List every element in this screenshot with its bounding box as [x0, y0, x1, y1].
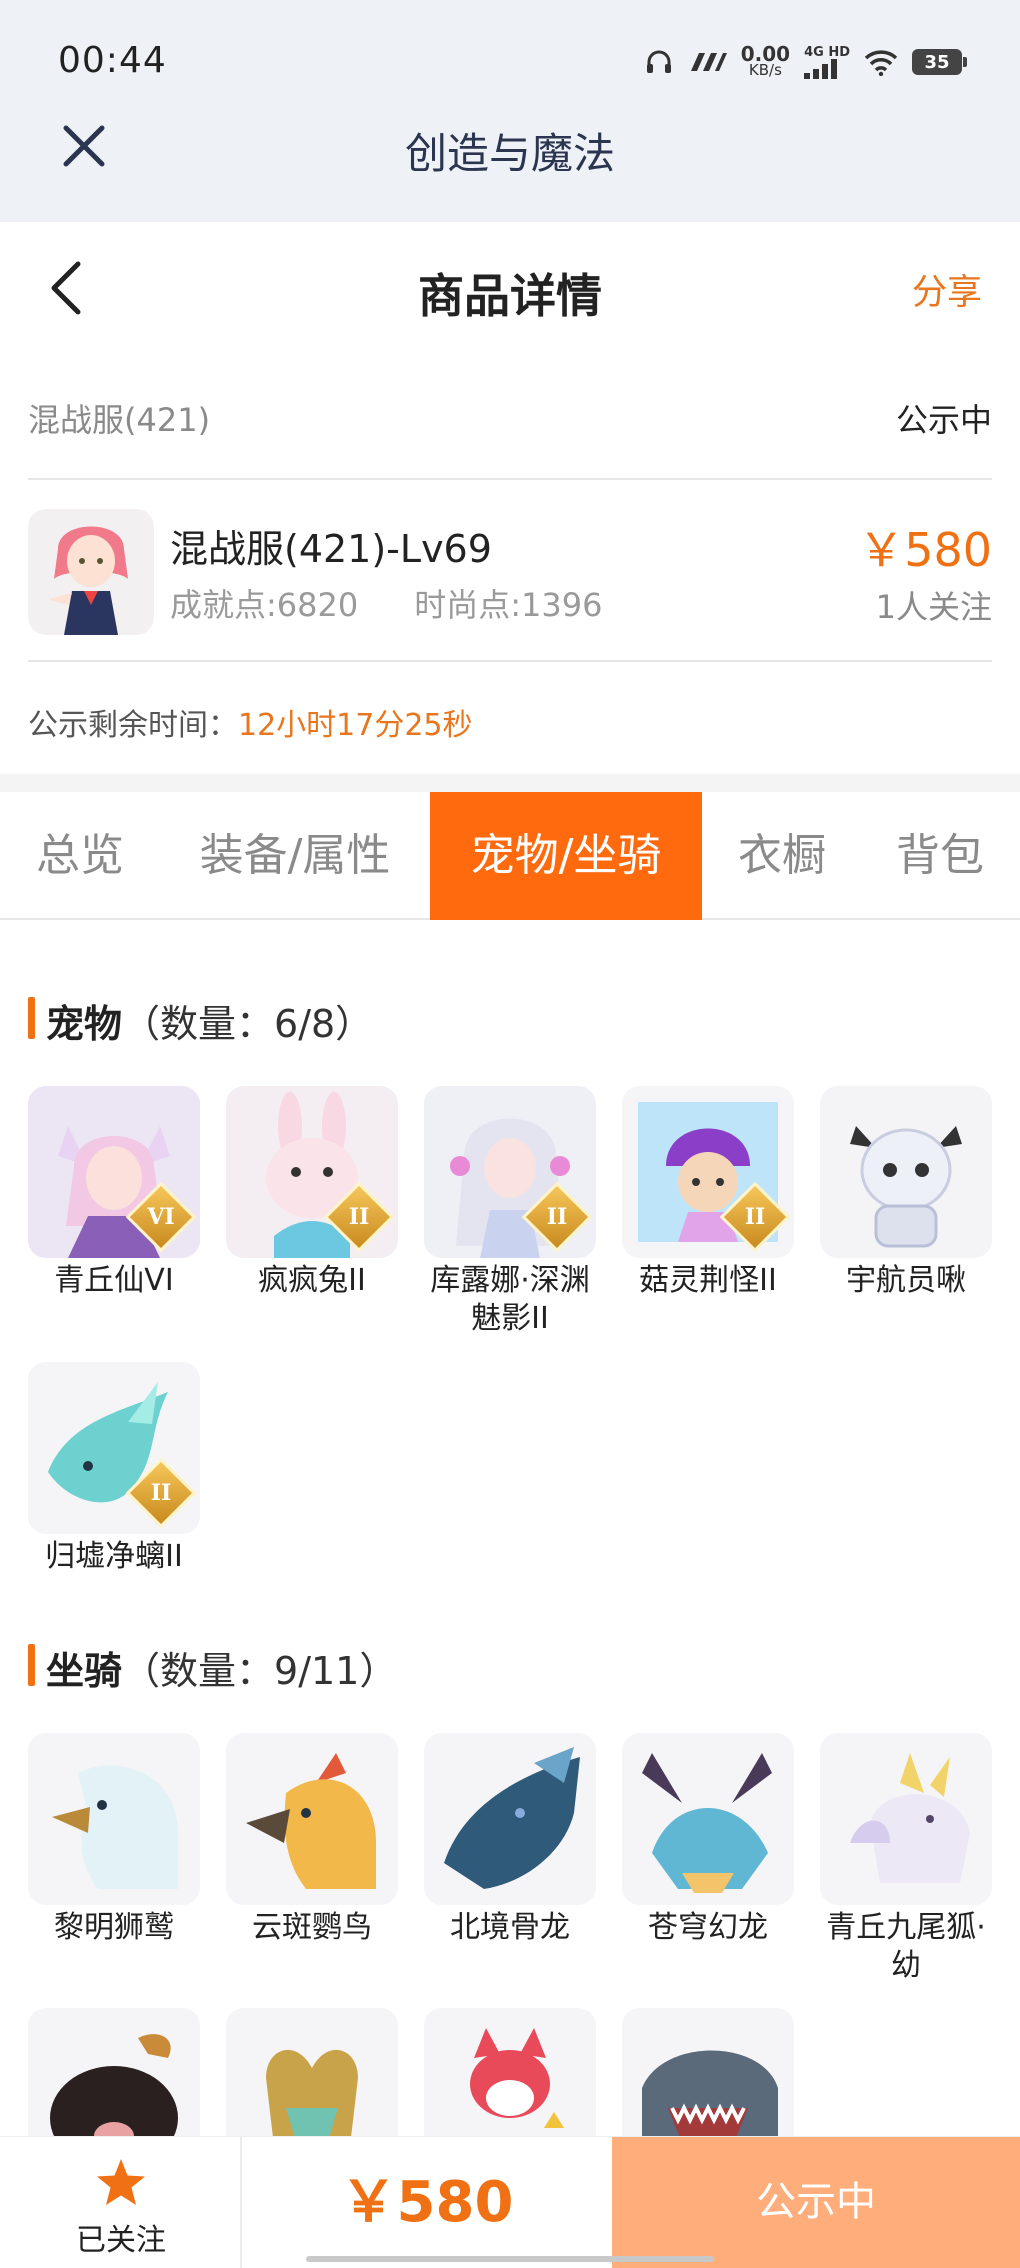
- item-summary[interactable]: 混战服(421)-Lv69 成就点:6820 时尚点:1396 ￥580 1人关…: [28, 482, 992, 662]
- server-name: 混战服(421): [28, 401, 211, 439]
- item-price: ￥580: [858, 523, 992, 577]
- astronaut-pet-icon: [820, 1086, 992, 1258]
- mounts-count: （数量：9/11）: [122, 1649, 398, 1693]
- pet-item[interactable]: II 归墟净螭II: [28, 1362, 200, 1576]
- network-mode-icon: [690, 53, 727, 71]
- tab-wardrobe[interactable]: 衣橱: [712, 792, 852, 920]
- mount-item[interactable]: 北境骨龙: [424, 1733, 596, 1947]
- achievement-points: 成就点:6820: [170, 586, 359, 624]
- water-dragon-pet-icon: II: [28, 1362, 200, 1534]
- pet-item[interactable]: 宇航员啾: [820, 1086, 992, 1300]
- pet-item[interactable]: VI 青丘仙VI: [28, 1086, 200, 1300]
- kuluna-pet-icon: II: [424, 1086, 596, 1258]
- pet-name: 库露娜·深渊魅影II: [430, 1263, 590, 1336]
- headphones-icon: [646, 50, 671, 73]
- pets-heading: 宠物（数量：6/8）: [28, 993, 373, 1048]
- character-avatar: [28, 509, 154, 635]
- sky-dragon-mount-icon: [622, 1733, 794, 1905]
- bottom-price: ￥580: [340, 2170, 514, 2235]
- bone-dragon-mount-icon: [424, 1733, 596, 1905]
- pet-name: 青丘仙VI: [54, 1263, 174, 1298]
- page-title: 商品详情: [418, 269, 602, 323]
- status-time: 00:44: [58, 40, 167, 81]
- tab-bar: 总览 装备/属性 宠物/坐骑 衣橱 背包: [0, 792, 1020, 920]
- pet-name: 宇航员啾: [846, 1263, 966, 1298]
- pet-name: 疯疯兔II: [258, 1263, 366, 1298]
- app-title: 创造与魔法: [404, 129, 615, 178]
- mount-name: 云斑鹦鸟: [252, 1910, 372, 1945]
- pet-item[interactable]: II 疯疯兔II: [226, 1086, 398, 1300]
- follow-button[interactable]: 已关注: [0, 2137, 242, 2268]
- mount-item[interactable]: 青丘九尾狐·幼: [820, 1733, 992, 1985]
- wifi-icon: [864, 50, 898, 76]
- tab-pets-mounts[interactable]: 宠物/坐骑: [430, 792, 702, 920]
- battery-icon: 35: [912, 49, 967, 75]
- mount-item[interactable]: 黎明狮鹫: [28, 1733, 200, 1947]
- tab-equipment[interactable]: 装备/属性: [170, 792, 420, 920]
- remaining-time: 公示剩余时间：12小时17分25秒: [28, 708, 473, 743]
- fashion-points: 时尚点:1396: [414, 586, 603, 624]
- tab-backpack[interactable]: 背包: [870, 792, 1010, 920]
- star-icon: [97, 2159, 145, 2205]
- griffin-mount-icon: [28, 1733, 200, 1905]
- status-icons: 0.00 KB/s 4G HD 35: [645, 40, 967, 84]
- server-row: 混战服(421) 公示中: [28, 370, 992, 480]
- home-indicator[interactable]: [306, 2256, 714, 2262]
- mount-name: 黎明狮鹫: [54, 1910, 174, 1945]
- parrot-mount-icon: [226, 1733, 398, 1905]
- nine-tail-fox-mount-icon: [820, 1733, 992, 1905]
- page-nav: 商品详情 分享: [0, 222, 1020, 352]
- net-speed: 0.00 KB/s: [740, 42, 791, 79]
- mount-name: 苍穹幻龙: [648, 1910, 768, 1945]
- item-title: 混战服(421)-Lv69: [170, 527, 492, 571]
- mushroom-sprite-pet-icon: II: [622, 1086, 794, 1258]
- mount-name: 青丘九尾狐·幼: [826, 1910, 986, 1983]
- mount-item[interactable]: 云斑鹦鸟: [226, 1733, 398, 1947]
- status-button[interactable]: 公示中: [612, 2137, 1020, 2268]
- pet-name: 归墟净螭II: [45, 1539, 183, 1574]
- server-status: 公示中: [895, 401, 992, 439]
- follow-label: 已关注: [76, 2223, 166, 2258]
- pet-name: 菇灵荆怪II: [639, 1263, 777, 1298]
- fox-girl-pet-icon: VI: [28, 1086, 200, 1258]
- mount-name: 北境骨龙: [450, 1910, 570, 1945]
- pets-count: （数量：6/8）: [122, 1002, 374, 1046]
- share-button[interactable]: 分享: [912, 264, 982, 315]
- pet-item[interactable]: II 库露娜·深渊魅影II: [424, 1086, 596, 1338]
- rabbit-pet-icon: II: [226, 1086, 398, 1258]
- mounts-heading: 坐骑（数量：9/11）: [28, 1640, 397, 1695]
- remaining-time-value: 12小时17分25秒: [238, 708, 473, 743]
- follower-count: 1人关注: [875, 588, 992, 626]
- signal-label: 4G HD: [804, 44, 850, 60]
- divider: [0, 774, 1020, 792]
- app-header-area: 00:44 0.00 KB/s 4G HD 35 创造与魔法: [0, 0, 1020, 222]
- pet-item[interactable]: II 菇灵荆怪II: [622, 1086, 794, 1300]
- tab-overview[interactable]: 总览: [0, 792, 160, 920]
- item-stats: 成就点:6820 时尚点:1396: [170, 580, 602, 626]
- mount-item[interactable]: 苍穹幻龙: [622, 1733, 794, 1947]
- bottom-action-bar: 已关注 ￥580 公示中: [0, 2136, 1020, 2268]
- signal-icon: [804, 58, 838, 79]
